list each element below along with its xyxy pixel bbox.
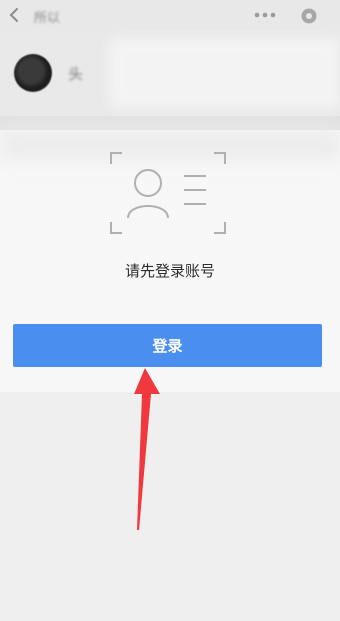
profile-row[interactable]: 头 <box>0 34 340 116</box>
back-chevron-icon[interactable] <box>6 6 22 24</box>
avatar[interactable] <box>14 54 52 92</box>
section-divider <box>0 116 340 130</box>
blurred-area <box>110 38 340 108</box>
login-button[interactable]: 登录 <box>13 324 322 367</box>
gear-icon[interactable] <box>300 7 318 25</box>
login-prompt: 请先登录账号 <box>124 262 215 280</box>
user-card-icon <box>110 152 226 234</box>
top-bar: 所以 <box>0 0 340 34</box>
more-dots-icon[interactable] <box>252 7 278 23</box>
annotation-arrow-icon <box>134 368 160 530</box>
profile-name: 头 <box>68 65 84 83</box>
page-title: 所以 <box>34 11 61 26</box>
